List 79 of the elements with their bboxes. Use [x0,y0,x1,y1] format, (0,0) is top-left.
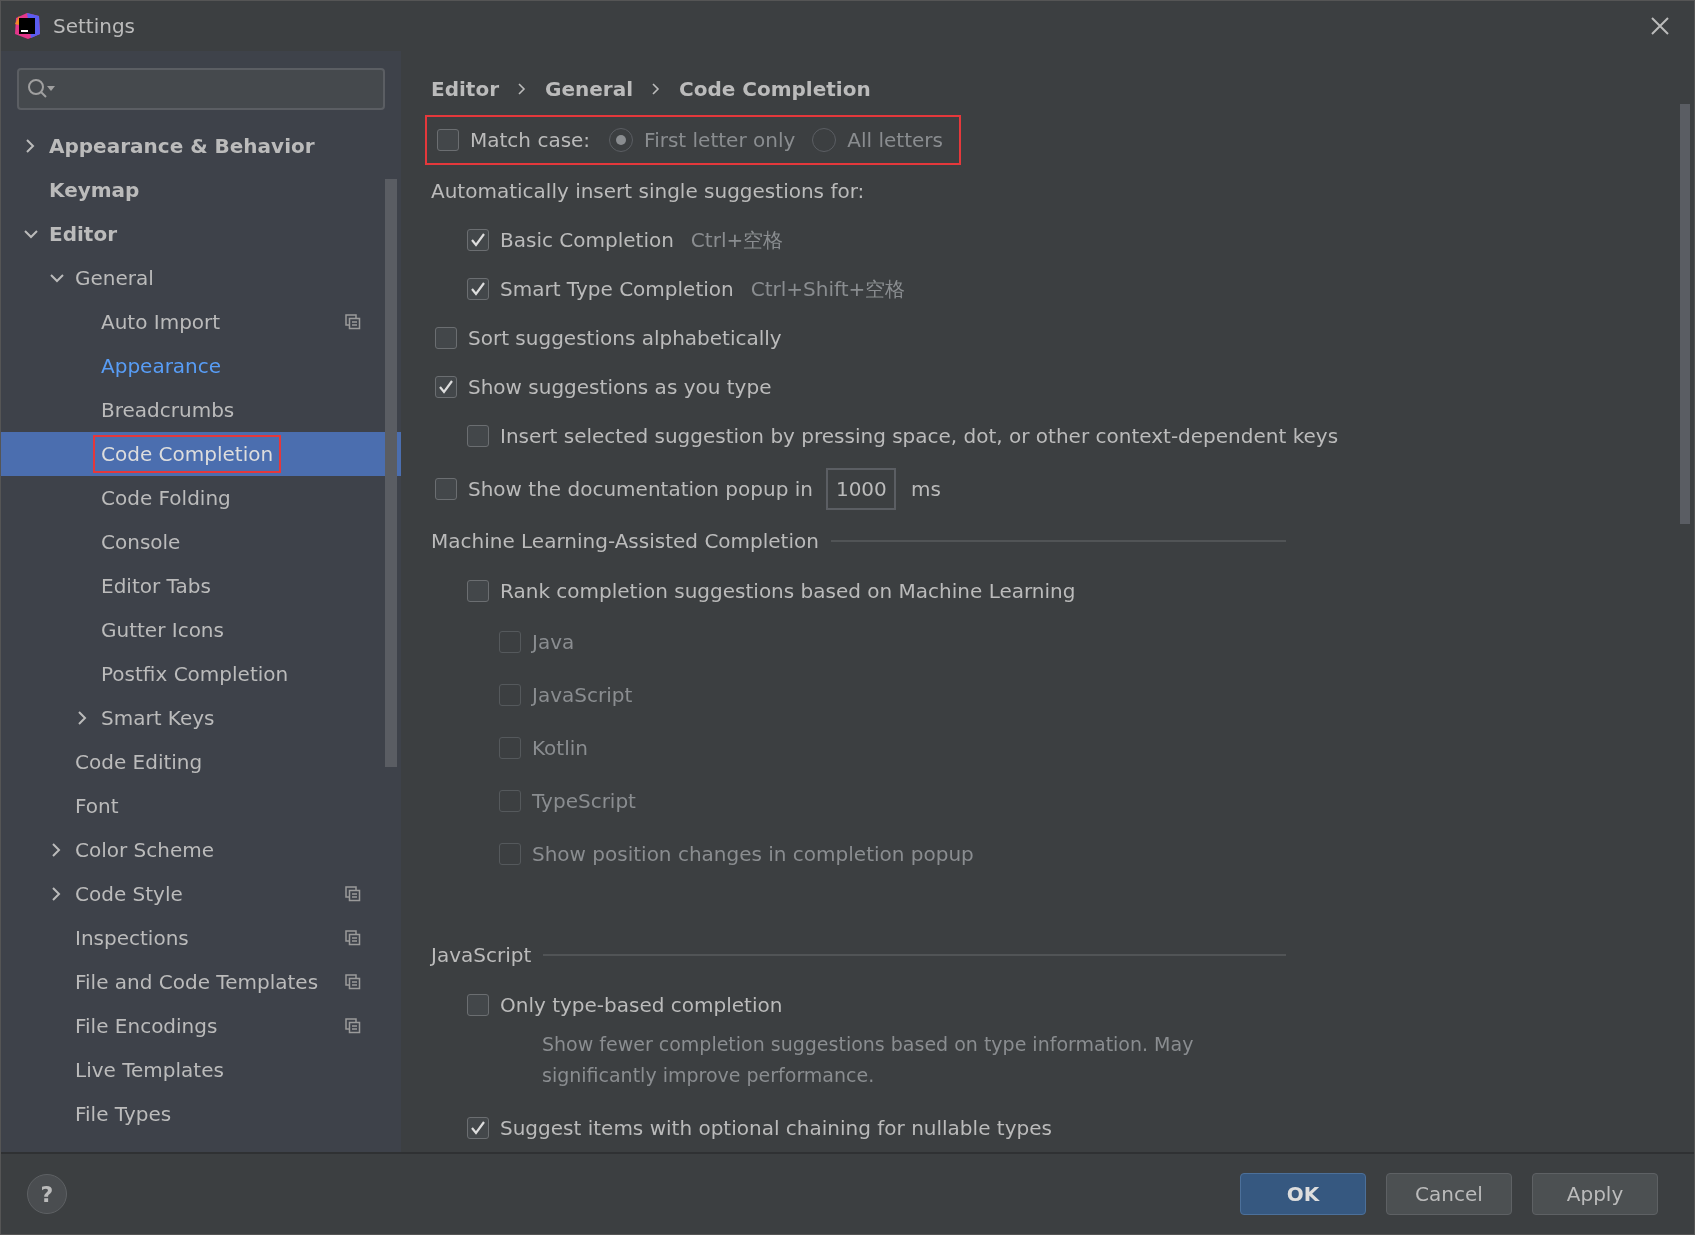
breadcrumb-item[interactable]: Editor [431,73,499,104]
checkbox[interactable] [467,425,489,447]
radio-label: First letter only [644,126,796,154]
annotation-frame: Code Completion [93,435,282,473]
dialog-button[interactable]: Apply [1532,1173,1658,1215]
unit-label: ms [910,475,941,503]
shortcut-label: Ctrl+空格 [690,227,784,254]
help-button[interactable]: ? [27,1174,67,1214]
tree-item[interactable]: Postfix Completion [1,652,401,696]
tree-item[interactable]: File Types [1,1092,401,1136]
description-text: Show fewer completion suggestions based on type information. May significantly improve performance. [541,1032,1195,1088]
option-label: Show suggestions as you type [468,374,772,401]
tree-item[interactable]: Editor [1,212,401,256]
option-label: Kotlin [532,734,588,762]
chevron-right-icon [651,81,661,96]
section-title: JavaScript [431,942,532,970]
tree-item[interactable]: Inspections [1,916,401,960]
tree-item[interactable]: Code Folding [1,476,401,520]
option-label: Match case: [470,126,591,154]
number-field[interactable]: 1000 [825,467,896,510]
checkbox[interactable] [435,477,457,500]
option-label: Sort suggestions alphabetically [468,325,782,352]
checkbox[interactable] [467,278,489,300]
checkbox[interactable] [467,993,489,1016]
tree-item[interactable]: Appearance & Behavior [1,124,401,168]
close-icon[interactable] [1650,16,1670,36]
item-label: Keymap [49,177,140,204]
checkbox[interactable] [467,1116,489,1139]
option-label: TypeScript [532,787,636,815]
option-label: Only type-based completion [500,991,783,1019]
radio-label: All letters [847,126,943,154]
tree-item[interactable]: Breadcrumbs [1,388,401,432]
checkbox[interactable] [435,376,457,398]
tree-item[interactable]: Gutter Icons [1,608,401,652]
tree-item[interactable]: Font [1,784,401,828]
tree-item[interactable]: Console [1,520,401,564]
dialog-button[interactable]: Cancel [1386,1173,1512,1215]
chevron-right-icon [517,81,527,96]
tree-item[interactable]: General [1,256,401,300]
option-label: Show position changes in completion popup [532,840,974,868]
option-label: Show the documentation popup in [468,475,813,503]
shortcut-label: Ctrl+Shift+空格 [750,276,906,303]
tree-item[interactable]: Color Scheme [1,828,401,872]
tree-item[interactable]: Auto Import [1,300,401,344]
breadcrumb-item[interactable]: Code Completion [679,73,871,104]
checkbox[interactable] [467,579,489,602]
scrollbar[interactable] [1680,104,1690,524]
item-label: Editor [49,221,117,248]
search-field[interactable] [17,68,385,110]
option-label: Basic Completion [500,227,674,254]
dialog-button[interactable]: OK [1240,1173,1366,1215]
option-label: Suggest items with optional chaining for nullable types [500,1114,1052,1142]
tree-item[interactable]: Code Completion [1,432,401,476]
option-label: Automatically insert single suggestions for: [431,178,865,205]
tree-item[interactable]: Keymap [1,168,401,212]
tree-item[interactable]: Editor Tabs [1,564,401,608]
tree-item[interactable]: Smart Keys [1,696,401,740]
app-logo-icon [13,12,41,40]
search-icon [27,78,57,100]
tree-item[interactable]: File Encodings [1,1004,401,1048]
window-title: Settings [53,13,136,40]
tree-item[interactable]: Live Templates [1,1048,401,1092]
breadcrumb-item[interactable]: General [545,73,633,104]
checkbox[interactable] [435,327,457,349]
tree-item[interactable]: Code Editing [1,740,401,784]
checkbox[interactable] [467,229,489,251]
tree-item[interactable]: Code Style [1,872,401,916]
section-title: Machine Learning-Assisted Completion [431,528,819,556]
tree-item[interactable]: File and Code Templates [1,960,401,1004]
item-label: Appearance & Behavior [49,133,315,160]
option-label: Insert selected suggestion by pressing space, dot, or other context-dependent keys [500,423,1339,450]
item-label: Appearance [101,353,222,380]
checkbox[interactable] [437,128,459,151]
option-label: Smart Type Completion [500,276,734,303]
option-label: JavaScript [532,681,633,709]
option-label: Rank completion suggestions based on Machine Learning [500,577,1076,605]
tree-item[interactable]: Appearance [1,344,401,388]
scrollbar[interactable] [385,179,397,767]
option-label: Java [532,628,575,656]
